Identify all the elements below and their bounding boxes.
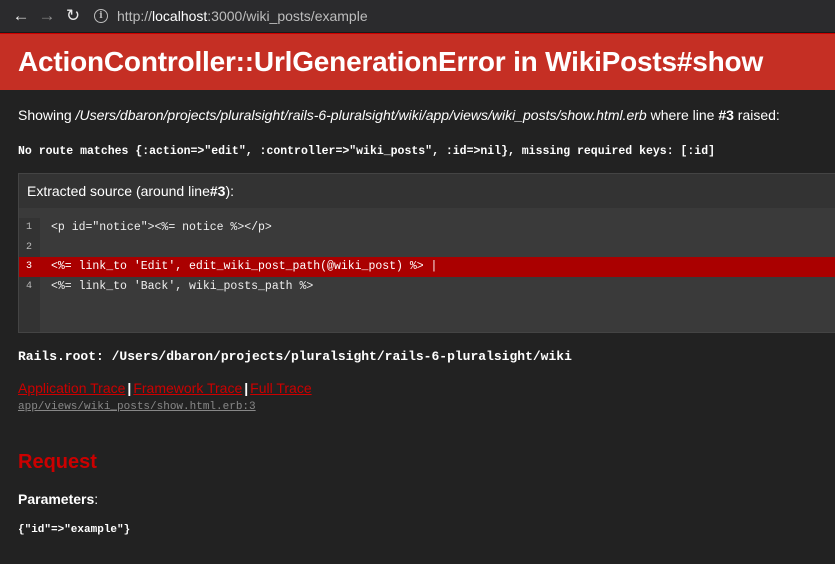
- error-message: No route matches {:action=>"edit", :cont…: [18, 145, 716, 158]
- url-scheme: http://: [117, 8, 153, 24]
- parameters-value: {"id"=>"example"}: [18, 524, 131, 536]
- url-path: :3000/wiki_posts/example: [207, 8, 368, 24]
- line-number: 1: [26, 222, 33, 233]
- trace-separator: |: [244, 380, 249, 396]
- browser-toolbar: ← → ↻ i http://localhost:3000/wiki_posts…: [0, 0, 835, 33]
- line-numbers: 1 2 3 4: [19, 218, 40, 332]
- trace-separator: |: [127, 380, 132, 396]
- source-title-line: #3: [209, 183, 226, 199]
- line-number-highlighted: 3: [19, 257, 40, 277]
- address-bar[interactable]: i http://localhost:3000/wiki_posts/examp…: [94, 3, 835, 29]
- showing-suffix: raised:: [733, 107, 780, 123]
- trace-links: Application Trace | Framework Trace | Full T…: [18, 380, 835, 396]
- showing-text: Showing /Users/dbaron/projects/pluralsig…: [18, 107, 835, 123]
- info-icon[interactable]: i: [94, 9, 108, 23]
- parameters-label-text: Parameters: [18, 491, 95, 507]
- source-title-prefix: Extracted source (around line: [27, 183, 210, 199]
- parameters-label: Parameters:: [18, 491, 835, 507]
- template-path: /Users/dbaron/projects/pluralsight/rails…: [75, 107, 647, 123]
- source-body: 1 2 3 4 <p id="notice"><%= notice %></p>…: [19, 209, 835, 332]
- reload-icon[interactable]: ↻: [60, 3, 86, 29]
- line-number: 4: [26, 280, 33, 292]
- url-host: localhost: [152, 8, 208, 24]
- rails-root: Rails.root: /Users/dbaron/projects/plura…: [18, 349, 572, 364]
- application-trace-link[interactable]: Application Trace: [18, 380, 125, 396]
- parameters-colon: :: [94, 491, 99, 507]
- error-header: ActionController::UrlGenerationError in …: [0, 33, 835, 90]
- error-title: ActionController::UrlGenerationError in …: [18, 46, 764, 77]
- framework-trace-link[interactable]: Framework Trace: [133, 380, 242, 396]
- code-line: <%= link_to 'Back', wiki_posts_path %>: [51, 279, 314, 293]
- trace-file-link[interactable]: app/views/wiki_posts/show.html.erb:3: [18, 401, 835, 413]
- arrow-left-icon[interactable]: ←: [8, 3, 34, 29]
- extracted-source: Extracted source (around line #3): 1 2 3…: [18, 173, 835, 333]
- error-content: Showing /Users/dbaron/projects/pluralsig…: [0, 90, 835, 564]
- arrow-right-icon[interactable]: →: [34, 3, 60, 29]
- line-number: 2: [26, 241, 33, 253]
- error-line: #3: [718, 107, 734, 123]
- code-lines: <p id="notice"><%= notice %></p> <%= lin…: [40, 218, 835, 332]
- code-line-highlighted: <%= link_to 'Edit', edit_wiki_post_path(…: [40, 257, 835, 277]
- request-heading: Request: [18, 451, 97, 473]
- code-line: <p id="notice"><%= notice %></p>: [51, 221, 272, 234]
- showing-prefix: Showing: [18, 107, 76, 123]
- full-trace-link[interactable]: Full Trace: [250, 380, 311, 396]
- source-title-suffix: ):: [225, 183, 235, 199]
- source-title: Extracted source (around line #3):: [19, 174, 835, 209]
- showing-middle: where line: [646, 107, 719, 123]
